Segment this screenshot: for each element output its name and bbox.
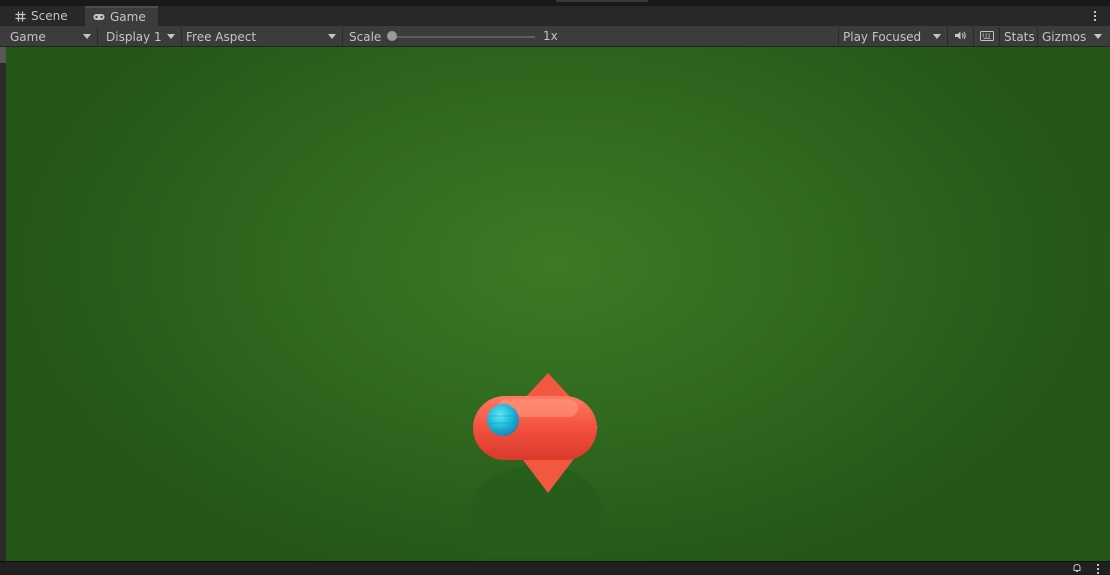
display-dropdown-label: Display 1 [106, 29, 162, 44]
view-dropdown-label: Game [10, 29, 46, 44]
shortcuts-toggle[interactable] [974, 27, 1000, 46]
stats-label: Stats [1004, 29, 1035, 44]
caret-down-icon [83, 34, 91, 39]
scale-label: Scale [349, 29, 382, 44]
gamepad-icon [93, 11, 105, 23]
tab-game[interactable]: Game [85, 6, 158, 26]
game-viewport[interactable] [6, 47, 1110, 561]
aspect-dropdown-label: Free Aspect [186, 29, 257, 44]
display-dropdown[interactable]: Display 1 [102, 27, 182, 46]
caret-down-icon [1094, 34, 1102, 39]
tab-game-label: Game [110, 10, 146, 24]
tab-scene[interactable]: Scene [6, 6, 85, 26]
play-mode-dropdown-label: Play Focused [843, 29, 922, 44]
game-toolbar: Game Display 1 Free Aspect Scale 1x Play… [0, 26, 1110, 47]
scale-control: Scale 1x [345, 27, 565, 46]
player-orb [487, 404, 519, 436]
grid-icon [14, 10, 26, 22]
game-scene [469, 373, 605, 557]
kebab-menu-icon[interactable] [1088, 9, 1102, 23]
play-controls-notch [556, 0, 648, 2]
scale-value: 1x [543, 29, 558, 43]
status-bar [0, 561, 1110, 574]
stats-button[interactable]: Stats [1000, 27, 1038, 46]
gizmos-dropdown[interactable]: Gizmos [1038, 27, 1108, 46]
keyboard-icon [979, 30, 994, 44]
scale-slider-track[interactable] [393, 36, 535, 38]
tab-scene-label: Scene [31, 9, 68, 23]
kebab-menu-icon[interactable] [1096, 564, 1100, 574]
caret-down-icon [933, 34, 941, 39]
caret-down-icon [328, 34, 336, 39]
scale-slider-thumb[interactable] [387, 31, 397, 41]
view-dropdown[interactable]: Game [6, 27, 98, 46]
bell-icon[interactable] [1072, 563, 1082, 575]
speaker-icon [954, 30, 967, 44]
aspect-dropdown[interactable]: Free Aspect [182, 27, 343, 46]
tab-bar: Scene Game [0, 6, 1110, 26]
play-mode-dropdown[interactable]: Play Focused [838, 27, 948, 46]
mute-audio-toggle[interactable] [948, 27, 974, 46]
gizmos-label: Gizmos [1042, 29, 1087, 44]
caret-down-icon [167, 34, 175, 39]
player-shadow [469, 465, 605, 557]
